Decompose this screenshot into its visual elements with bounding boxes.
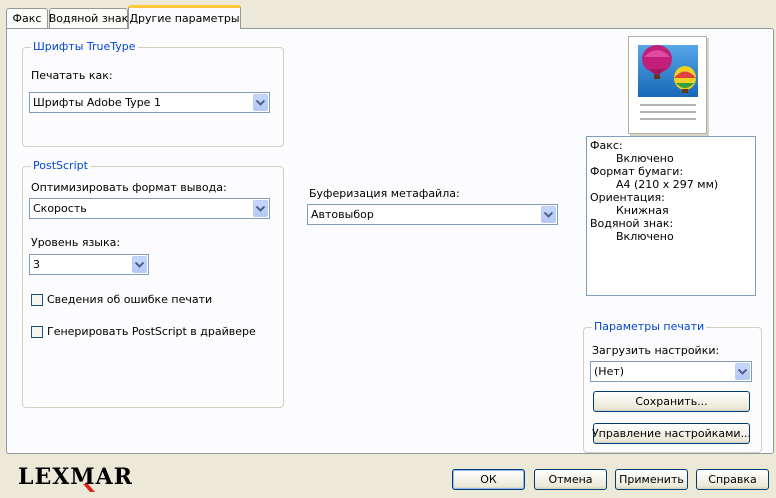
print-settings-group-title: Параметры печати — [592, 320, 707, 334]
print-as-select[interactable]: Шрифты Adobe Type 1 — [29, 92, 270, 113]
summary-watermark-value: Включено — [616, 230, 674, 243]
load-settings-label: Загрузить настройки: — [592, 344, 720, 357]
chevron-down-icon[interactable] — [253, 200, 268, 217]
settings-summary: Факс: Включено Формат бумаги: A4 (210 x … — [586, 136, 756, 296]
chevron-down-icon[interactable] — [541, 206, 556, 223]
chevron-down-icon[interactable] — [132, 256, 147, 273]
chevron-down-icon[interactable] — [253, 94, 268, 111]
metafile-spooling-label: Буферизация метафайла: — [309, 187, 460, 200]
help-button[interactable]: Справка — [696, 469, 769, 490]
summary-fax-label: Факс: — [590, 139, 623, 152]
generate-postscript-label: Генерировать PostScript в драйвере — [47, 325, 256, 338]
print-as-value: Шрифты Adobe Type 1 — [33, 96, 161, 109]
load-settings-select[interactable]: (Нет) — [590, 361, 752, 382]
optimize-output-select[interactable]: Скорость — [29, 198, 270, 219]
chevron-down-icon[interactable] — [735, 363, 750, 380]
language-level-label: Уровень языка: — [31, 236, 121, 249]
optimize-output-label: Оптимизировать формат вывода: — [31, 181, 227, 194]
error-info-label: Сведения об ошибке печати — [47, 293, 213, 306]
summary-paper-value: A4 (210 x 297 мм) — [616, 178, 719, 191]
print-as-label: Печатать как: — [31, 69, 113, 82]
checkbox-box[interactable] — [31, 325, 43, 338]
load-settings-value: (Нет) — [594, 365, 625, 378]
svg-text:LEXMARK: LEXMARK — [18, 464, 132, 490]
summary-orientation-label: Ориентация: — [590, 191, 665, 204]
metafile-spooling-select[interactable]: Автовыбор — [307, 204, 558, 225]
language-level-value: 3 — [33, 258, 40, 271]
checkbox-box[interactable] — [31, 293, 43, 306]
metafile-spooling-value: Автовыбор — [311, 208, 374, 221]
language-level-select[interactable]: 3 — [29, 254, 149, 275]
page-preview — [628, 36, 707, 134]
lexmark-logo-icon: LEXMARK — [18, 464, 152, 492]
optimize-output-value: Скорость — [33, 202, 87, 215]
manage-settings-button[interactable]: Управление настройками... — [592, 423, 751, 444]
save-settings-button[interactable]: Сохранить... — [593, 391, 750, 412]
truetype-group-title: Шрифты TrueType — [31, 40, 138, 54]
summary-orientation-value: Книжная — [616, 204, 669, 217]
tab-other-parameters[interactable]: Другие параметры — [128, 5, 241, 29]
summary-watermark-label: Водяной знак: — [590, 217, 674, 230]
balloon-image-icon — [638, 45, 698, 120]
generate-postscript-checkbox[interactable]: Генерировать PostScript в драйвере — [31, 325, 256, 338]
postscript-group-title: PostScript — [31, 159, 90, 173]
ok-button[interactable]: ОК — [452, 469, 525, 490]
tab-watermark[interactable]: Водяной знак — [49, 8, 128, 28]
apply-button[interactable]: Применить — [615, 469, 688, 490]
summary-paper-label: Формат бумаги: — [590, 165, 684, 178]
cancel-button[interactable]: Отмена — [534, 469, 607, 490]
error-info-checkbox[interactable]: Сведения об ошибке печати — [31, 293, 212, 306]
lexmark-logo: LEXMARK — [18, 462, 152, 498]
summary-fax-value: Включено — [616, 152, 674, 165]
tab-fax[interactable]: Факс — [6, 8, 48, 28]
